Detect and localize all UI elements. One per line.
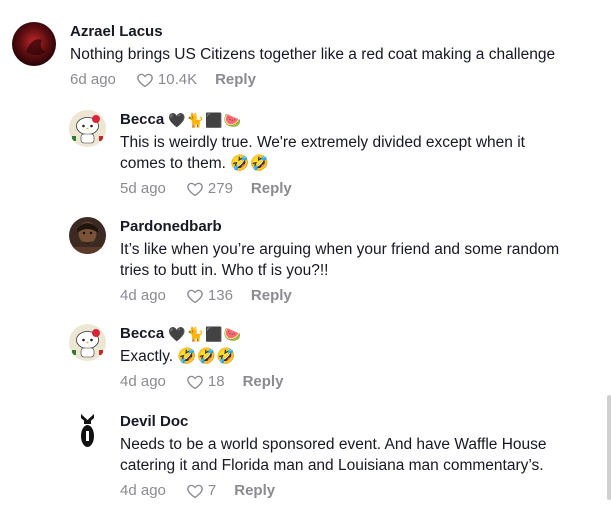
heart-icon	[187, 484, 203, 499]
like-button[interactable]: 18	[186, 372, 225, 392]
author-name[interactable]: Becca	[120, 110, 164, 130]
avatar[interactable]	[12, 22, 56, 66]
name-emoji-badges: 🖤🐈⬛🍉	[168, 112, 242, 128]
comment-body: Becca 🖤🐈⬛🍉 This is weirdly true. We're ex…	[120, 110, 560, 199]
comment-text: Needs to be a world sponsored event. And…	[120, 436, 547, 474]
like-count: 7	[207, 482, 217, 499]
heart-icon	[137, 73, 153, 88]
comment-item: Azrael Lacus Nothing brings US Citizens …	[12, 22, 602, 90]
avatar-image	[69, 324, 106, 361]
comment-meta: 4d ago 136 Reply	[120, 286, 570, 306]
reply-button[interactable]: Reply	[243, 372, 284, 392]
comment-meta: 4d ago 7 Reply	[120, 481, 580, 501]
reply-item: Becca 🖤🐈⬛🍉 Exactly. 🤣🤣🤣 4d ago 18 Reply	[69, 324, 599, 392]
comment-timestamp: 6d ago	[70, 71, 116, 88]
avatar[interactable]	[69, 412, 106, 449]
comment-body: Pardonedbarb It’s like when you’re argui…	[120, 217, 570, 306]
comment-timestamp: 4d ago	[120, 373, 166, 390]
reply-item: Pardonedbarb It’s like when you’re argui…	[69, 217, 599, 306]
name-emoji-badges: 🖤🐈⬛🍉	[168, 326, 242, 342]
like-count: 136	[207, 287, 233, 304]
comment-author[interactable]: Becca 🖤🐈⬛🍉	[120, 110, 560, 130]
comment-timestamp: 5d ago	[120, 180, 166, 197]
reply-button[interactable]: Reply	[215, 70, 256, 90]
heart-icon	[187, 375, 203, 390]
comment-author[interactable]: Becca 🖤🐈⬛🍉	[120, 324, 283, 344]
avatar[interactable]	[69, 217, 106, 254]
comment-author[interactable]: Devil Doc	[120, 412, 580, 432]
comment-timestamp: 4d ago	[120, 287, 166, 304]
reply-item: Devil Doc Needs to be a world sponsored …	[69, 412, 599, 501]
comment-body: Devil Doc Needs to be a world sponsored …	[120, 412, 580, 501]
avatar-image	[12, 22, 56, 66]
bomb-icon	[81, 414, 94, 447]
author-name[interactable]: Devil Doc	[120, 412, 188, 432]
reply-button[interactable]: Reply	[251, 286, 292, 306]
comment-meta: 4d ago 18 Reply	[120, 372, 283, 392]
reply-item: Becca 🖤🐈⬛🍉 This is weirdly true. We're ex…	[69, 110, 599, 199]
avatar[interactable]	[69, 324, 106, 361]
reply-button[interactable]: Reply	[251, 179, 292, 199]
comment-timestamp: 4d ago	[120, 482, 166, 499]
avatar-image	[69, 110, 106, 147]
like-count: 10.4K	[157, 71, 198, 88]
avatar-image	[69, 217, 106, 254]
avatar[interactable]	[69, 110, 106, 147]
like-button[interactable]: 7	[186, 481, 216, 501]
comment-text: Nothing brings US Citizens together like…	[70, 46, 556, 63]
reply-button[interactable]: Reply	[234, 481, 275, 501]
like-count: 18	[207, 373, 225, 390]
heart-icon	[187, 289, 203, 304]
author-name[interactable]: Pardonedbarb	[120, 217, 222, 237]
comment-author[interactable]: Azrael Lacus	[70, 22, 555, 42]
comment-text: It’s like when you’re arguing when your …	[120, 241, 560, 279]
comment-text: This is weirdly true. We're extremely di…	[120, 134, 525, 172]
comment-body: Azrael Lacus Nothing brings US Citizens …	[70, 22, 555, 90]
scrollbar[interactable]	[607, 395, 611, 500]
author-name[interactable]: Azrael Lacus	[70, 22, 163, 42]
comment-body: Becca 🖤🐈⬛🍉 Exactly. 🤣🤣🤣 4d ago 18 Reply	[120, 324, 283, 392]
like-count: 279	[207, 180, 233, 197]
like-button[interactable]: 279	[186, 179, 233, 199]
comment-meta: 5d ago 279 Reply	[120, 179, 560, 199]
like-button[interactable]: 136	[186, 286, 233, 306]
like-button[interactable]: 10.4K	[136, 70, 197, 90]
heart-icon	[187, 182, 203, 197]
comment-meta: 6d ago 10.4K Reply	[70, 70, 555, 90]
comment-text: Exactly. 🤣🤣🤣	[120, 348, 236, 365]
author-name[interactable]: Becca	[120, 324, 164, 344]
comment-author[interactable]: Pardonedbarb	[120, 217, 570, 237]
